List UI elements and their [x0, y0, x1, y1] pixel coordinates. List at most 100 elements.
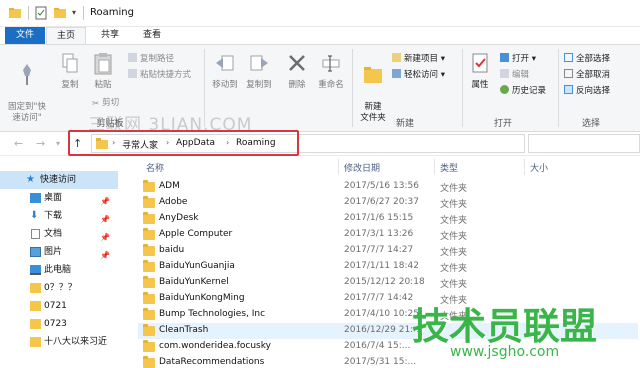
new-folder-icon: [364, 67, 382, 83]
paste-button[interactable]: 粘贴: [88, 51, 118, 91]
select-all-button[interactable]: 全部选择: [564, 53, 610, 65]
sidebar-item-folder-0723[interactable]: 0723: [0, 315, 118, 333]
pin-to-quick-access-button[interactable]: 固定到"快 速访问": [4, 51, 50, 124]
file-explorer-window: ▾ Roaming 文件 主页 共享 查看 固定到"快 速访问" 复制 粘贴 复…: [0, 0, 640, 368]
sidebar-item-folder-0[interactable]: 0？？？: [0, 279, 118, 297]
file-name: Adobe: [159, 197, 188, 207]
file-type: 文件夹: [440, 216, 468, 226]
file-row[interactable]: baidu 2017/7/7 14:27 文件夹: [138, 243, 638, 259]
folder-icon: [143, 292, 155, 304]
download-icon: ⬇: [30, 210, 39, 221]
file-date: 2016/7/4 15:...: [344, 341, 411, 351]
title-bar: ▾ Roaming: [0, 0, 640, 27]
copy-to-button[interactable]: 复制到: [242, 51, 276, 91]
sidebar-item-downloads[interactable]: ⬇ 下载 📌: [0, 207, 118, 225]
file-date: 2017/5/16 13:56: [344, 181, 419, 191]
copy-path-button[interactable]: 复制路径: [128, 53, 174, 65]
back-arrow-icon[interactable]: ←: [14, 137, 23, 150]
file-type: 文件夹: [440, 232, 468, 242]
delete-icon: [289, 55, 305, 71]
file-name: Apple Computer: [159, 229, 233, 239]
tab-share[interactable]: 共享: [92, 27, 128, 44]
folder-icon: [30, 301, 41, 311]
clipboard-icon: [94, 53, 112, 75]
copy-to-icon: [250, 55, 268, 71]
file-name: Bump Technologies, Inc: [159, 309, 266, 319]
file-date: 2016/12/29 21:...: [344, 325, 422, 335]
easy-access-button[interactable]: 轻松访问 ▾: [392, 69, 445, 81]
file-type: 文件夹: [440, 200, 468, 210]
tab-file[interactable]: 文件: [5, 27, 45, 44]
file-date: 2017/7/7 14:27: [344, 245, 414, 255]
new-folder-button[interactable]: 新建 文件夹: [356, 51, 390, 124]
folder-icon: [143, 180, 155, 192]
forward-arrow-icon[interactable]: →: [36, 137, 45, 150]
quick-access-dropdown-icon[interactable]: ▾: [72, 8, 76, 17]
file-name: ADM: [159, 181, 180, 191]
paste-shortcut-button[interactable]: 粘贴快捷方式: [128, 69, 191, 81]
window-title: Roaming: [90, 7, 134, 18]
file-row[interactable]: ADM 2017/5/16 13:56 文件夹: [138, 179, 638, 195]
new-item-icon: [392, 53, 401, 62]
folder-icon: [143, 276, 155, 288]
tab-home[interactable]: 主页: [46, 27, 86, 44]
file-name: CleanTrash: [159, 325, 209, 335]
sidebar-item-folder-18[interactable]: 十八大以来习近: [0, 333, 118, 351]
properties-button[interactable]: 属性: [464, 51, 496, 91]
open-button[interactable]: 打开 ▾: [500, 53, 536, 65]
recent-locations-icon[interactable]: ▾: [56, 139, 60, 148]
select-all-icon: [564, 53, 573, 62]
file-row[interactable]: BaiduYunKernel 2015/12/12 20:18 文件夹: [138, 275, 638, 291]
new-folder-quick-icon[interactable]: [53, 6, 67, 20]
delete-button[interactable]: 删除: [282, 51, 312, 91]
edit-icon: [500, 69, 509, 78]
rename-button[interactable]: 重命名: [314, 51, 348, 91]
history-icon: [500, 85, 509, 94]
sidebar-item-pictures[interactable]: 图片 📌: [0, 243, 118, 261]
new-item-button[interactable]: 新建项目 ▾: [392, 53, 445, 65]
file-type: 文件夹: [440, 248, 468, 258]
file-date: 2015/12/12 20:18: [344, 277, 425, 287]
column-header-date[interactable]: 修改日期: [344, 161, 380, 174]
delete-label: 删除: [288, 80, 306, 90]
select-none-button[interactable]: 全部取消: [564, 69, 610, 81]
easy-access-icon: [392, 69, 401, 78]
file-row[interactable]: AnyDesk 2017/1/6 15:15 文件夹: [138, 211, 638, 227]
move-to-button[interactable]: 移动到: [208, 51, 242, 91]
invert-selection-icon: [564, 85, 573, 94]
folder-icon: [143, 356, 155, 368]
copy-button[interactable]: 复制: [56, 51, 84, 91]
sidebar-item-folder-0721[interactable]: 0721: [0, 297, 118, 315]
history-button[interactable]: 历史记录: [500, 85, 546, 97]
new-group-label: 新建: [395, 119, 414, 129]
column-header-name[interactable]: 名称: [146, 161, 164, 174]
sidebar-item-this-pc[interactable]: 此电脑: [0, 261, 118, 279]
sidebar-item-quick-access[interactable]: ★ 快速访问: [0, 171, 118, 189]
properties-quick-icon[interactable]: [35, 6, 47, 20]
desktop-icon: [30, 193, 41, 203]
file-row[interactable]: BaiduYunGuanjia 2017/1/11 18:42 文件夹: [138, 259, 638, 275]
file-date: 2017/7/7 14:42: [344, 293, 414, 303]
file-date: 2017/6/27 20:37: [344, 197, 419, 207]
file-row[interactable]: Apple Computer 2017/3/1 13:26 文件夹: [138, 227, 638, 243]
tab-view[interactable]: 查看: [134, 27, 170, 44]
file-date: 2017/4/10 10:25: [344, 309, 419, 319]
invert-selection-button[interactable]: 反向选择: [564, 85, 610, 97]
file-row[interactable]: DataRecommendations 2017/5/31 15:...: [138, 355, 638, 368]
folder-icon: [143, 228, 155, 240]
column-header-type[interactable]: 类型: [440, 161, 458, 174]
rename-label: 重命名: [318, 80, 344, 90]
cut-button[interactable]: ✂ 剪切: [92, 97, 119, 109]
file-name: DataRecommendations: [159, 357, 265, 367]
column-header-size[interactable]: 大小: [530, 161, 548, 174]
navigation-pane: ★ 快速访问 桌面 📌 ⬇ 下载 📌 文档 📌 图片 📌 此电脑 0？？？ 07…: [0, 157, 118, 368]
scissors-icon: ✂: [92, 99, 100, 109]
sidebar-item-desktop[interactable]: 桌面 📌: [0, 189, 118, 207]
search-box[interactable]: [528, 134, 640, 153]
move-to-icon: [216, 55, 234, 71]
edit-button[interactable]: 编辑: [500, 69, 529, 81]
file-row[interactable]: Adobe 2017/6/27 20:37 文件夹: [138, 195, 638, 211]
move-to-label: 移动到: [212, 80, 238, 90]
sidebar-item-documents[interactable]: 文档 📌: [0, 225, 118, 243]
ribbon-tabs: 文件 主页 共享 查看: [0, 27, 640, 44]
